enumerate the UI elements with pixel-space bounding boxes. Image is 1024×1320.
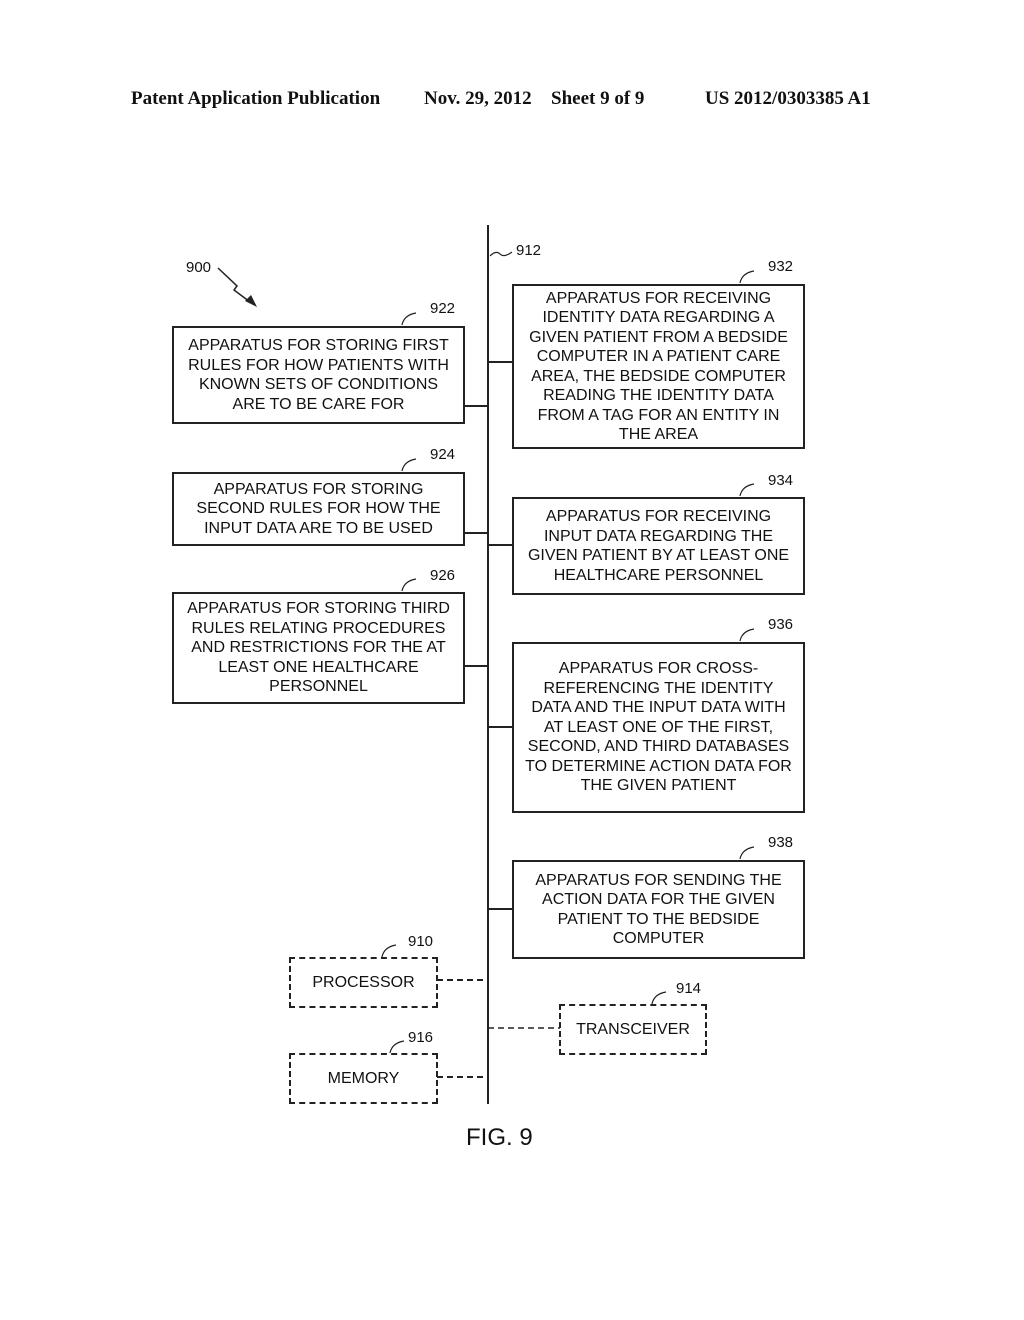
system-ref-label: 900 bbox=[186, 259, 212, 276]
box-text-938: APPARATUS FOR SENDING THE ACTION DATA FO… bbox=[535, 871, 782, 948]
ref-leader-922 bbox=[401, 312, 417, 326]
ref-leader-914 bbox=[651, 991, 667, 1005]
transceiver-text: TRANSCEIVER bbox=[576, 1020, 690, 1038]
system-ref-arrowhead bbox=[245, 295, 257, 307]
box-934: APPARATUS FOR RECEIVING INPUT DATA REGAR… bbox=[512, 497, 805, 595]
memory-text: MEMORY bbox=[327, 1069, 400, 1087]
box-932: APPARATUS FOR RECEIVING IDENTITY DATA RE… bbox=[512, 284, 805, 449]
box-text-922: APPARATUS FOR STORING FIRST RULES FOR HO… bbox=[188, 337, 449, 413]
ref-label-934: 934 bbox=[768, 472, 794, 489]
ref-label-916: 916 bbox=[408, 1029, 434, 1046]
ref-label-936: 936 bbox=[768, 616, 794, 633]
ref-label-922: 922 bbox=[430, 300, 456, 317]
ref-leader-924 bbox=[401, 458, 417, 472]
ref-label-924: 924 bbox=[430, 446, 456, 463]
box-936: APPARATUS FOR CROSS-REFERENCING THE IDEN… bbox=[512, 642, 805, 813]
ref-leader-926 bbox=[401, 578, 417, 592]
box-922: APPARATUS FOR STORING FIRST RULES FOR HO… bbox=[172, 326, 465, 424]
box-text-926: APPARATUS FOR STORING THIRD RULES RELATI… bbox=[187, 600, 450, 696]
bus-ref-leader bbox=[489, 251, 513, 257]
ref-leader-938 bbox=[739, 846, 755, 860]
system-ref-arrow bbox=[217, 267, 251, 303]
processor-text: PROCESSOR bbox=[312, 973, 415, 991]
figure-label: FIG. 9 bbox=[466, 1124, 533, 1151]
processor-box: PROCESSOR bbox=[289, 957, 438, 1008]
box-text-936: APPARATUS FOR CROSS-REFERENCING THE IDEN… bbox=[525, 660, 792, 795]
ref-leader-916 bbox=[389, 1040, 405, 1054]
ref-leader-910 bbox=[381, 944, 397, 958]
box-938: APPARATUS FOR SENDING THE ACTION DATA FO… bbox=[512, 860, 805, 959]
box-text-934: APPARATUS FOR RECEIVING INPUT DATA REGAR… bbox=[527, 508, 790, 584]
ref-label-914: 914 bbox=[676, 980, 702, 997]
memory-box: MEMORY bbox=[289, 1053, 438, 1104]
transceiver-box: TRANSCEIVER bbox=[559, 1004, 707, 1055]
box-text-924: APPARATUS FOR STORING SECOND RULES FOR H… bbox=[196, 480, 441, 537]
ref-label-910: 910 bbox=[408, 933, 434, 950]
ref-leader-934 bbox=[739, 483, 755, 497]
box-926: APPARATUS FOR STORING THIRD RULES RELATI… bbox=[172, 592, 465, 704]
ref-label-932: 932 bbox=[768, 258, 794, 275]
ref-leader-932 bbox=[739, 270, 755, 284]
bus-ref-label: 912 bbox=[516, 242, 542, 259]
ref-leader-936 bbox=[739, 628, 755, 642]
box-text-932: APPARATUS FOR RECEIVING IDENTITY DATA RE… bbox=[529, 289, 788, 444]
box-924: APPARATUS FOR STORING SECOND RULES FOR H… bbox=[172, 472, 465, 546]
ref-label-938: 938 bbox=[768, 834, 794, 851]
ref-label-926: 926 bbox=[430, 567, 456, 584]
